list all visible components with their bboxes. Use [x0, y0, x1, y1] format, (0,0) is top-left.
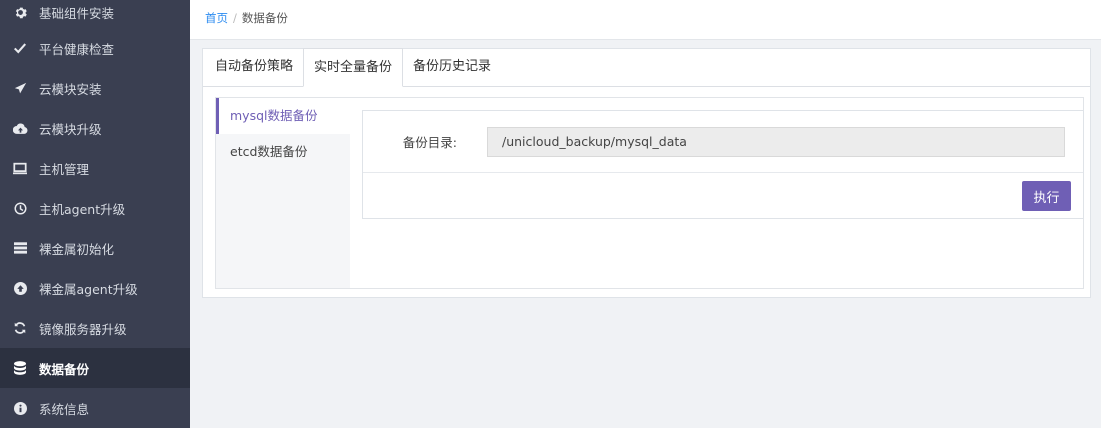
sidebar-item-host-agent-upgrade[interactable]: 主机agent升级 — [0, 188, 190, 228]
subnav-etcd-backup[interactable]: etcd数据备份 — [216, 134, 350, 170]
sidebar-item-image-server-upgrade[interactable]: 镜像服务器升级 — [0, 308, 190, 348]
sidebar-item-label: 云模块升级 — [39, 121, 102, 137]
sidebar-item-label: 平台健康检查 — [39, 41, 115, 57]
sidebar-item-label: 数据备份 — [39, 361, 90, 377]
tab-backup-history[interactable]: 备份历史记录 — [403, 48, 501, 86]
sidebar-item-base-components[interactable]: 基础组件安装 — [0, 0, 190, 28]
backup-type-nav: mysql数据备份 etcd数据备份 — [216, 98, 350, 288]
breadcrumb-current: 数据备份 — [241, 11, 288, 25]
send-icon — [12, 80, 28, 96]
gear-icon — [12, 4, 28, 20]
tab-auto-backup-policy[interactable]: 自动备份策略 — [205, 48, 303, 86]
breadcrumb: 首页 / 数据备份 — [190, 0, 1101, 40]
cloud-upload-icon — [12, 120, 28, 136]
backup-dir-row: 备份目录: — [363, 111, 1083, 173]
sidebar-item-data-backup[interactable]: 数据备份 — [0, 348, 190, 388]
server-icon — [12, 240, 28, 256]
breadcrumb-separator: / — [233, 11, 237, 25]
sidebar-item-label: 基础组件安装 — [39, 5, 115, 21]
sidebar-item-label: 镜像服务器升级 — [39, 321, 127, 337]
refresh-icon — [12, 320, 28, 336]
backup-form: 备份目录: 执行 — [362, 110, 1084, 219]
tab-realtime-full-backup[interactable]: 实时全量备份 — [303, 48, 404, 87]
check-icon — [12, 40, 28, 56]
clock-icon — [12, 200, 28, 216]
sidebar: 基础组件安装 平台健康检查 云模块安装 云模块升级 主机管理 主机agent升级 — [0, 0, 190, 428]
sidebar-item-label: 裸金属agent升级 — [39, 281, 138, 297]
sidebar-item-baremetal-init[interactable]: 裸金属初始化 — [0, 228, 190, 268]
main-content: 首页 / 数据备份 自动备份策略 实时全量备份 备份历史记录 mysql数据备份 e… — [190, 0, 1101, 428]
tab-bar: 自动备份策略 实时全量备份 备份历史记录 — [203, 48, 1090, 87]
sidebar-item-baremetal-agent-upgrade[interactable]: 裸金属agent升级 — [0, 268, 190, 308]
tab-content: mysql数据备份 etcd数据备份 备份目录: 执行 — [215, 97, 1084, 289]
sidebar-item-host-management[interactable]: 主机管理 — [0, 148, 190, 188]
form-actions: 执行 — [363, 173, 1083, 219]
execute-button[interactable]: 执行 — [1022, 181, 1071, 211]
database-icon — [12, 360, 28, 376]
sidebar-item-label: 主机管理 — [39, 161, 90, 177]
sidebar-item-label: 主机agent升级 — [39, 201, 126, 217]
sidebar-item-cloud-upgrade[interactable]: 云模块升级 — [0, 108, 190, 148]
subnav-mysql-backup[interactable]: mysql数据备份 — [216, 98, 350, 134]
monitor-icon — [12, 160, 28, 176]
backup-panel: 自动备份策略 实时全量备份 备份历史记录 mysql数据备份 etcd数据备份 … — [202, 48, 1091, 298]
sidebar-item-label: 云模块安装 — [39, 81, 102, 97]
sidebar-item-system-info[interactable]: 系统信息 — [0, 388, 190, 428]
sidebar-item-health-check[interactable]: 平台健康检查 — [0, 28, 190, 68]
sidebar-item-label: 裸金属初始化 — [39, 241, 115, 257]
info-icon — [12, 400, 28, 416]
breadcrumb-home-link[interactable]: 首页 — [205, 11, 228, 25]
backup-dir-input[interactable] — [487, 126, 1065, 157]
arrow-up-circle-icon — [12, 280, 28, 296]
backup-dir-label: 备份目录: — [402, 135, 457, 150]
sidebar-item-cloud-install[interactable]: 云模块安装 — [0, 68, 190, 108]
sidebar-item-label: 系统信息 — [39, 401, 90, 417]
